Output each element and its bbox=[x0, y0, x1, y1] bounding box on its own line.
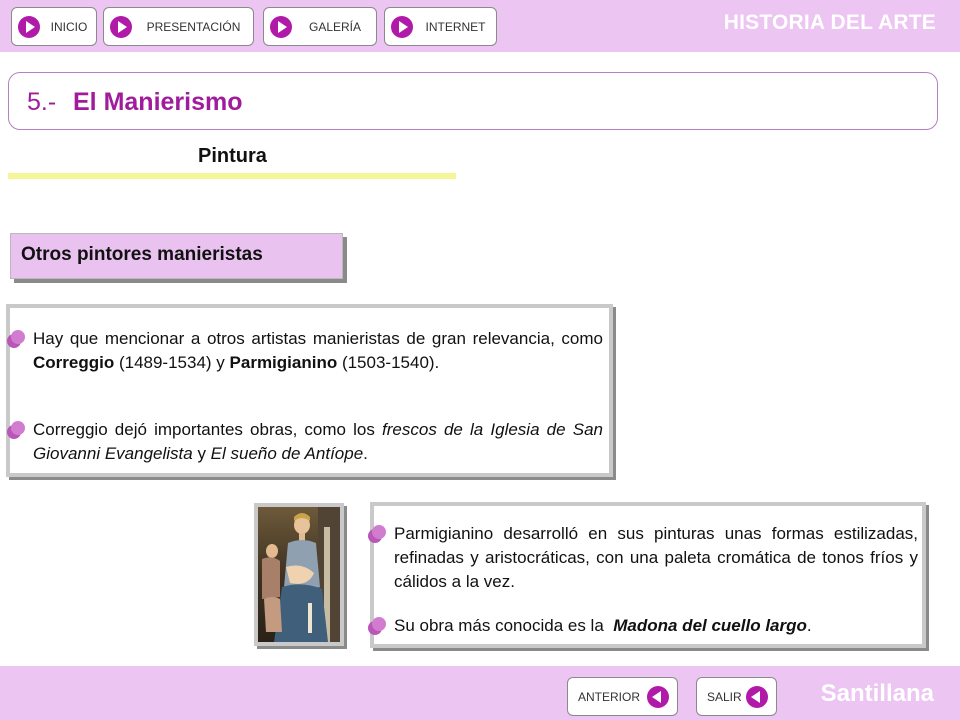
nav-label: GALERÍA bbox=[308, 19, 362, 34]
nav-label: INICIO bbox=[50, 19, 88, 34]
bullet-icon bbox=[372, 617, 386, 631]
painting-illustration bbox=[258, 507, 340, 642]
text-panel-1: Hay que mencionar a otros artistas manie… bbox=[6, 304, 613, 477]
nav-presentacion-button[interactable]: PRESENTACIÓN bbox=[103, 7, 254, 46]
list-item: Correggio dejó importantes obras, como l… bbox=[11, 418, 603, 466]
text-segment: Correggio dejó importantes obras, como l… bbox=[33, 420, 383, 439]
text-segment: Su obra más conocida es la bbox=[394, 616, 614, 635]
text-segment: Hay que mencionar a otros artistas manie… bbox=[33, 329, 603, 348]
bullet-icon bbox=[11, 330, 25, 344]
page-title-box: 5.- El Manierismo bbox=[8, 72, 938, 130]
list-item: Su obra más conocida es la Madona del cu… bbox=[372, 614, 918, 638]
title-number: 5.- bbox=[27, 88, 57, 116]
bottom-bar bbox=[0, 666, 960, 720]
madonna-painting-image bbox=[254, 503, 344, 646]
text-panel-2: Parmigianino desarrolló en sus pinturas … bbox=[370, 502, 926, 648]
text-segment: (1503-1540). bbox=[337, 353, 440, 372]
salir-label: SALIR bbox=[707, 690, 742, 704]
page-title: El Manierismo bbox=[73, 88, 243, 116]
nav-label: INTERNET bbox=[425, 19, 486, 34]
artist-name-correggio: Correggio bbox=[33, 353, 115, 372]
nav-galeria-button[interactable]: GALERÍA bbox=[263, 7, 377, 46]
text-segment: (1489-1534) y bbox=[114, 353, 230, 372]
play-arrow-icon bbox=[391, 16, 413, 38]
text-segment: . bbox=[806, 616, 812, 635]
brand-title: HISTORIA DEL ARTE bbox=[723, 11, 936, 34]
text-segment: Parmigianino desarrolló en sus pinturas … bbox=[394, 524, 918, 591]
text-segment: y bbox=[192, 444, 211, 463]
anterior-button[interactable]: ANTERIOR bbox=[567, 677, 678, 716]
salir-button[interactable]: SALIR bbox=[696, 677, 777, 716]
subtitle: Pintura bbox=[198, 145, 267, 167]
subtitle-underline bbox=[8, 173, 456, 179]
play-arrow-icon bbox=[110, 16, 132, 38]
bullet-icon bbox=[11, 421, 25, 435]
artist-name-parmigianino: Parmigianino bbox=[229, 353, 338, 372]
anterior-label: ANTERIOR bbox=[578, 690, 641, 704]
back-arrow-icon bbox=[647, 686, 669, 708]
publisher-logo: Santillana bbox=[820, 680, 934, 707]
artwork-title: El sueño de Antíope bbox=[210, 444, 364, 463]
artwork-title: Madona del cuello largo bbox=[613, 616, 807, 635]
bullet-icon bbox=[372, 525, 386, 539]
nav-inicio-button[interactable]: INICIO bbox=[11, 7, 97, 46]
play-arrow-icon bbox=[270, 16, 292, 38]
text-segment: . bbox=[363, 444, 368, 463]
section-header: Otros pintores manieristas bbox=[10, 233, 343, 279]
nav-internet-button[interactable]: INTERNET bbox=[384, 7, 497, 46]
play-arrow-icon bbox=[18, 16, 40, 38]
section-title: Otros pintores manieristas bbox=[21, 244, 263, 265]
back-arrow-icon bbox=[746, 686, 768, 708]
list-item: Hay que mencionar a otros artistas manie… bbox=[11, 327, 603, 375]
nav-label: PRESENTACIÓN bbox=[146, 19, 241, 34]
list-item: Parmigianino desarrolló en sus pinturas … bbox=[372, 522, 918, 594]
